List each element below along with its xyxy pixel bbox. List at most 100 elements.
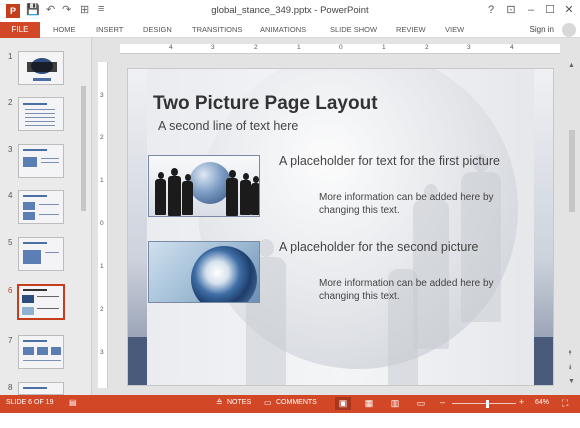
right-decorative-band-dark <box>534 337 553 385</box>
thumbnail-row[interactable]: 2 <box>0 96 92 140</box>
previous-slide-icon[interactable]: ⯭ <box>568 350 572 358</box>
horizontal-ruler: 4 3 2 1 0 1 2 3 4 <box>120 44 560 54</box>
person-silhouette-head <box>229 170 236 178</box>
feedback-smiley-icon[interactable] <box>562 23 576 37</box>
ruler-label: 1 <box>382 44 386 51</box>
status-bar: SLIDE 6 OF 19 ▤ ≙ NOTES ▭ COMMENTS ▣ ▦ ▥… <box>0 395 580 413</box>
ruler-label: 2 <box>425 44 429 51</box>
normal-view-icon[interactable]: ▣ <box>335 397 351 410</box>
person-silhouette-head <box>158 172 164 179</box>
scroll-down-icon[interactable]: ▼ <box>568 378 575 385</box>
zoom-slider-track[interactable] <box>452 403 516 404</box>
person-silhouette <box>251 183 259 215</box>
tab-file[interactable]: FILE <box>0 22 40 38</box>
ruler-label: 3 <box>100 92 104 99</box>
thumbnail-number: 2 <box>8 98 13 107</box>
scroll-up-icon[interactable]: ▲ <box>568 62 575 69</box>
zoom-level[interactable]: 64% <box>535 399 549 406</box>
slide-thumbnail[interactable] <box>18 335 64 369</box>
info-text-1[interactable]: More information can be added here by ch… <box>319 191 499 217</box>
slide-thumbnail[interactable] <box>18 144 64 178</box>
tab-transitions[interactable]: TRANSITIONS <box>192 22 242 38</box>
minimize-button[interactable]: – <box>522 2 540 18</box>
sign-in-link[interactable]: Sign in <box>530 22 554 38</box>
person-silhouette <box>182 181 193 215</box>
help-icon[interactable]: ? <box>482 2 500 18</box>
person-silhouette-head <box>171 168 178 176</box>
comments-button[interactable]: COMMENTS <box>276 399 317 406</box>
slide-canvas[interactable]: Two Picture Page Layout A second line of… <box>127 68 554 386</box>
scrollbar-thumb[interactable] <box>569 130 575 212</box>
placeholder-text-2[interactable]: A placeholder for the second picture <box>279 239 509 255</box>
ruler-label: 1 <box>100 263 104 270</box>
scrollbar-thumb[interactable] <box>81 86 86 211</box>
thumbnail-scrollbar[interactable] <box>80 78 87 428</box>
zoom-slider-knob[interactable] <box>486 400 489 408</box>
zoom-out-button[interactable]: – <box>440 397 445 407</box>
notes-button[interactable]: NOTES <box>227 399 251 406</box>
ribbon-display-options-icon[interactable]: ⊡ <box>502 2 520 18</box>
picture-business-people-globe[interactable] <box>148 155 260 217</box>
left-decorative-band-dark <box>128 337 147 385</box>
tab-slide-show[interactable]: SLIDE SHOW <box>330 22 377 38</box>
globe-image <box>191 246 257 302</box>
ruler-label: 1 <box>297 44 301 51</box>
thumbnail-row[interactable]: 5 <box>0 236 92 280</box>
thumbnail-number: 8 <box>8 383 13 392</box>
slide-sorter-view-icon[interactable]: ▦ <box>361 397 377 410</box>
tab-home[interactable]: HOME <box>53 22 76 38</box>
thumbnail-row[interactable]: 6 <box>0 284 92 328</box>
thumbnail-number: 7 <box>8 336 13 345</box>
restore-button[interactable]: ☐ <box>541 2 559 18</box>
tab-review[interactable]: REVIEW <box>396 22 426 38</box>
thumbnail-number: 4 <box>8 191 13 200</box>
tab-design[interactable]: DESIGN <box>143 22 172 38</box>
ruler-label: 2 <box>100 306 104 313</box>
globe-image <box>189 162 231 204</box>
ruler-label: 1 <box>100 177 104 184</box>
person-silhouette-head <box>243 173 249 180</box>
placeholder-text-1[interactable]: A placeholder for text for the first pic… <box>279 153 519 169</box>
slide-thumbnail[interactable] <box>18 97 64 131</box>
slide-count-status: SLIDE 6 OF 19 <box>6 399 54 406</box>
ribbon-tabs: FILE HOME INSERT DESIGN TRANSITIONS ANIM… <box>0 22 580 38</box>
person-silhouette <box>155 179 166 215</box>
tab-view[interactable]: VIEW <box>445 22 464 38</box>
comments-icon[interactable]: ▭ <box>264 398 272 407</box>
ruler-label: 3 <box>211 44 215 51</box>
notes-icon[interactable]: ≙ <box>216 398 223 407</box>
ruler-label: 4 <box>510 44 514 51</box>
spell-check-icon[interactable]: ▤ <box>69 398 77 407</box>
slide-thumbnail-active[interactable] <box>17 284 65 320</box>
vertical-ruler: 3 2 1 0 1 2 3 <box>98 62 108 388</box>
ruler-label: 3 <box>100 349 104 356</box>
thumbnail-row[interactable]: 1 <box>0 50 92 94</box>
picture-globe-abstract[interactable] <box>148 241 260 303</box>
slide-title[interactable]: Two Picture Page Layout <box>153 93 378 115</box>
slide-thumbnail[interactable] <box>18 382 64 395</box>
title-bar: P 💾 ↶ ↷ ⊞ ≡ global_stance_349.pptx - Pow… <box>0 0 580 22</box>
tab-animations[interactable]: ANIMATIONS <box>260 22 306 38</box>
thumbnail-row[interactable]: 7 <box>0 334 92 378</box>
slide-subtitle[interactable]: A second line of text here <box>158 119 298 133</box>
background-silhouette <box>413 199 449 349</box>
person-silhouette <box>168 176 181 216</box>
close-button[interactable]: ✕ <box>560 2 578 18</box>
thumbnail-row[interactable]: 4 <box>0 189 92 233</box>
reading-view-icon[interactable]: ▥ <box>387 397 403 410</box>
ruler-label: 3 <box>467 44 471 51</box>
next-slide-icon[interactable]: ⯯ <box>568 364 572 372</box>
thumbnail-row[interactable]: 3 <box>0 143 92 187</box>
slide-thumbnail[interactable] <box>18 190 64 224</box>
info-text-2[interactable]: More information can be added here by ch… <box>319 277 499 303</box>
zoom-in-button[interactable]: + <box>519 397 524 407</box>
slide-thumbnail[interactable] <box>18 237 64 271</box>
slide-thumbnail-panel: 1 2 3 4 5 6 7 8 <box>0 38 92 395</box>
background-silhouette-head <box>258 239 274 257</box>
slide-scrollbar[interactable]: ▲ ⯭ ⯯ ▼ <box>566 62 578 388</box>
tab-insert[interactable]: INSERT <box>96 22 123 38</box>
slide-show-view-icon[interactable]: ▭ <box>413 397 429 410</box>
fit-slide-icon[interactable]: ⛶ <box>562 398 568 409</box>
person-silhouette-head <box>253 176 259 183</box>
slide-thumbnail[interactable] <box>18 51 64 85</box>
